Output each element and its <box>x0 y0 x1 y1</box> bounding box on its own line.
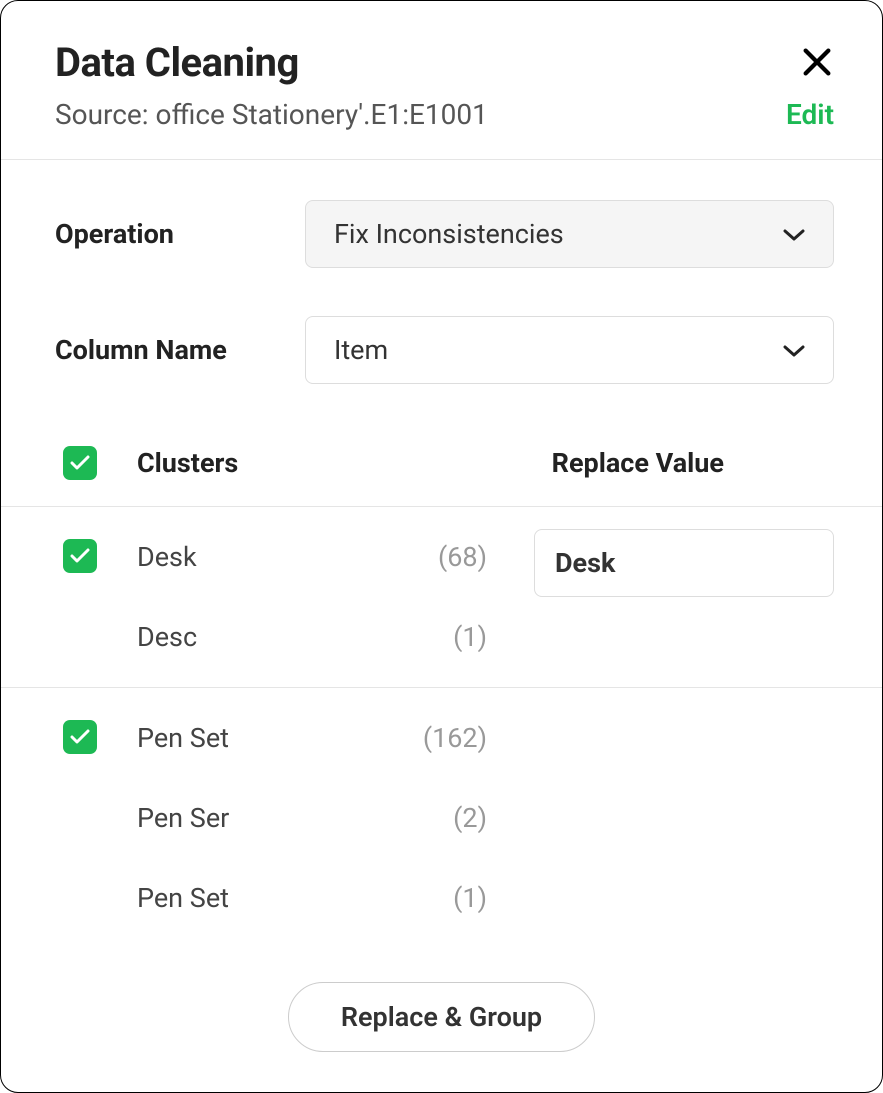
cluster-items: Pen Set (162) Pen Ser (2) Pen Set (1) <box>137 710 518 926</box>
item-name: Pen Set <box>137 722 407 754</box>
item-count: (162) <box>407 722 487 754</box>
cluster-checkbox[interactable] <box>63 539 97 573</box>
cluster-row: Pen Set (162) Pen Ser (2) Pen Set (1) <box>55 688 834 948</box>
chevron-down-icon <box>783 343 805 357</box>
panel-header: Data Cleaning Source: office Stationery'… <box>1 1 882 160</box>
operation-row: Operation Fix Inconsistencies <box>55 200 834 268</box>
panel-body: Operation Fix Inconsistencies Column Nam… <box>1 160 882 948</box>
item-name: Desc <box>137 621 407 653</box>
cluster-checkbox[interactable] <box>63 720 97 754</box>
cluster-row: Desk (68) Desc (1) <box>55 507 834 687</box>
data-cleaning-panel: Data Cleaning Source: office Stationery'… <box>0 0 883 1093</box>
chevron-down-icon <box>783 227 805 241</box>
cluster-item: Desk (68) <box>137 529 518 585</box>
cluster-items: Desk (68) Desc (1) <box>137 529 518 665</box>
source-text: Source: office Stationery'.E1:E1001 <box>55 98 488 131</box>
column-label: Column Name <box>55 334 305 366</box>
replace-and-group-button[interactable]: Replace & Group <box>288 982 595 1052</box>
column-row: Column Name Item <box>55 316 834 384</box>
cluster-item: Pen Set (1) <box>137 870 518 926</box>
item-name: Pen Set <box>137 882 407 914</box>
select-all-checkbox[interactable] <box>63 446 97 480</box>
edit-link[interactable]: Edit <box>786 98 834 131</box>
cluster-item: Desc (1) <box>137 609 518 665</box>
clusters-table-header: Clusters Replace Value <box>55 432 834 506</box>
replace-input-wrap <box>534 529 834 665</box>
item-count: (1) <box>407 621 487 653</box>
item-count: (68) <box>407 541 487 573</box>
column-value: Item <box>334 334 388 366</box>
item-count: (2) <box>407 802 487 834</box>
cluster-item: Pen Set (162) <box>137 710 518 766</box>
column-select[interactable]: Item <box>305 316 834 384</box>
item-count: (1) <box>407 882 487 914</box>
cluster-item: Pen Ser (2) <box>137 790 518 846</box>
replace-input-wrap <box>534 710 834 926</box>
replace-value-input[interactable] <box>534 529 834 597</box>
clusters-column-header: Clusters <box>137 447 238 479</box>
operation-value: Fix Inconsistencies <box>334 218 564 250</box>
panel-title: Data Cleaning <box>55 39 299 86</box>
operation-label: Operation <box>55 218 305 250</box>
operation-select[interactable]: Fix Inconsistencies <box>305 200 834 268</box>
item-name: Pen Ser <box>137 802 407 834</box>
panel-footer: Replace & Group <box>1 982 882 1052</box>
item-name: Desk <box>137 541 407 573</box>
close-icon[interactable] <box>800 45 834 79</box>
replace-column-header: Replace Value <box>552 447 724 479</box>
